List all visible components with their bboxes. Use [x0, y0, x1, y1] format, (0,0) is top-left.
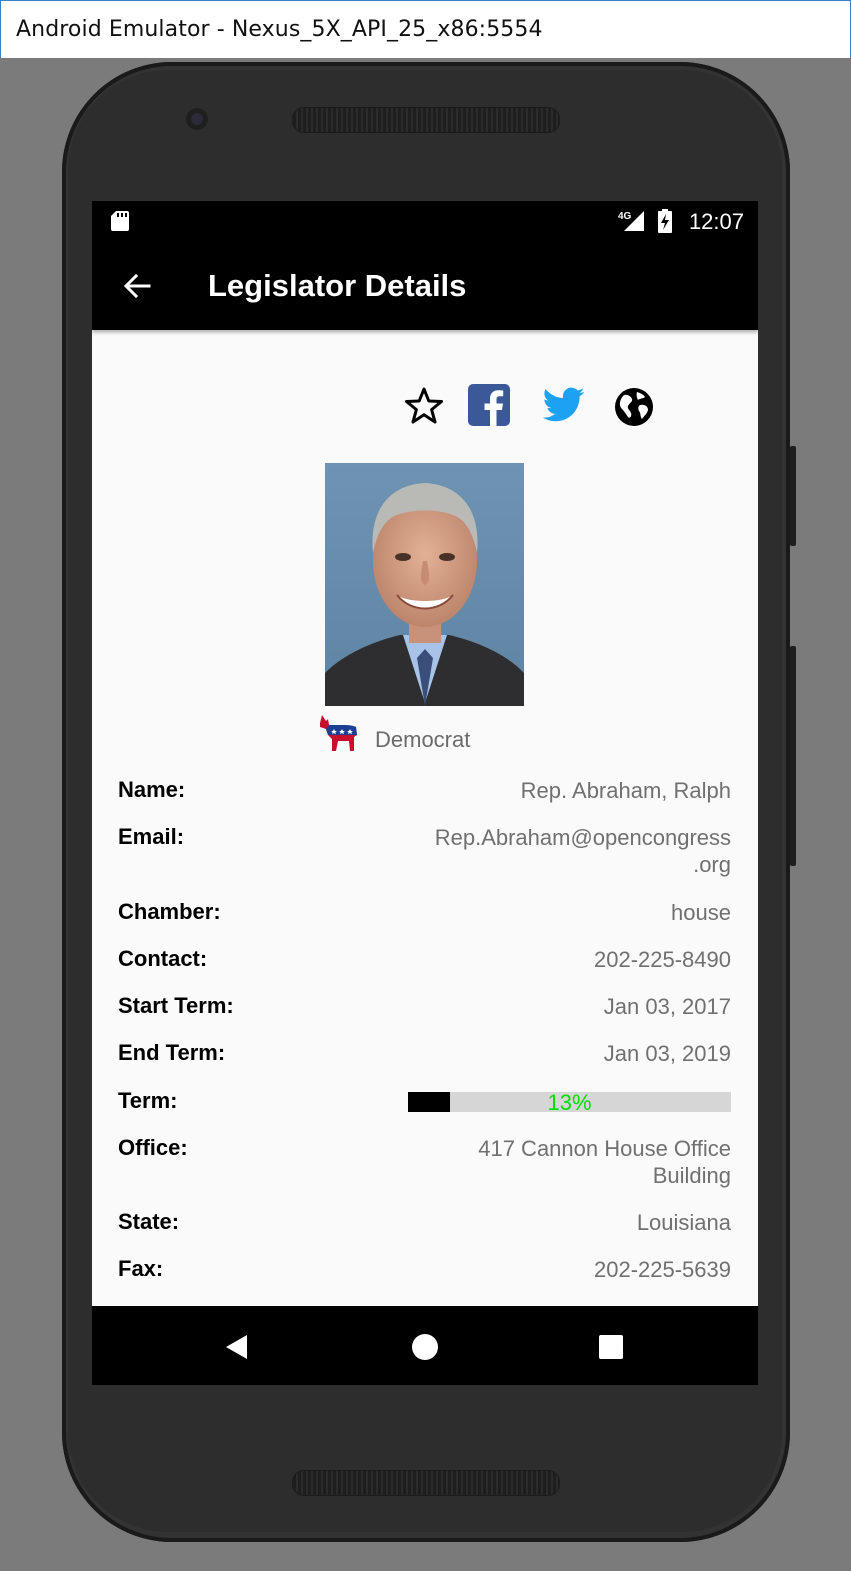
end-term-value: Jan 03, 2019: [603, 1041, 731, 1066]
details-list: Name: Rep. Abraham, Ralph Email: Rep.Abr…: [118, 777, 731, 1303]
state-value: Louisiana: [636, 1210, 731, 1235]
device-screen: 4G 12:07 Legislator Details Democrat Nam…: [92, 201, 758, 1385]
state-label: State:: [118, 1209, 180, 1234]
detail-row-email: Email: Rep.Abraham@opencongress .org: [118, 824, 731, 899]
start-term-label: Start Term:: [118, 993, 234, 1018]
email-value-line1: Rep.Abraham@opencongress: [434, 825, 731, 850]
democrat-donkey-icon: [320, 715, 357, 751]
volume-button[interactable]: [790, 646, 796, 866]
email-label: Email:: [118, 824, 185, 849]
status-bar: 4G 12:07: [92, 201, 758, 241]
term-progress-text: 13%: [547, 1090, 592, 1115]
fax-label: Fax:: [118, 1256, 164, 1281]
fax-value: 202-225-5639: [593, 1257, 731, 1282]
twitter-icon[interactable]: [543, 386, 585, 424]
bottom-speaker: [292, 1470, 560, 1496]
battery-charging-icon: [658, 209, 672, 233]
detail-row-end-term: End Term: Jan 03, 2019: [118, 1040, 731, 1088]
detail-row-term: Term: 13%: [118, 1088, 731, 1135]
chamber-value: house: [671, 900, 731, 925]
top-speaker: [292, 107, 560, 133]
start-term-value: Jan 03, 2017: [603, 994, 731, 1019]
detail-row-fax: Fax: 202-225-5639: [118, 1256, 731, 1303]
office-value-line1: 417 Cannon House Office: [478, 1136, 731, 1161]
globe-icon[interactable]: [613, 386, 655, 428]
star-outline-icon[interactable]: [404, 386, 444, 426]
name-label: Name:: [118, 777, 186, 802]
detail-row-state: State: Louisiana: [118, 1209, 731, 1256]
detail-row-chamber: Chamber: house: [118, 899, 731, 946]
window-titlebar: Android Emulator - Nexus_5X_API_25_x86:5…: [0, 0, 851, 58]
office-value: 417 Cannon House Office Building: [478, 1135, 731, 1189]
detail-row-start-term: Start Term: Jan 03, 2017: [118, 993, 731, 1040]
nav-back-icon[interactable]: [224, 1334, 250, 1360]
page-title: Legislator Details: [208, 268, 467, 303]
svg-text:4G: 4G: [618, 211, 632, 222]
chamber-label: Chamber:: [118, 899, 221, 924]
power-button[interactable]: [790, 446, 796, 546]
detail-row-name: Name: Rep. Abraham, Ralph: [118, 777, 731, 824]
term-progress-bar: 13%: [408, 1090, 731, 1115]
contact-label: Contact:: [118, 946, 208, 971]
navigation-bar: [92, 1306, 758, 1385]
office-label: Office:: [118, 1135, 188, 1160]
clock: 12:07: [688, 209, 744, 234]
end-term-label: End Term:: [118, 1040, 226, 1065]
window-title: Android Emulator - Nexus_5X_API_25_x86:5…: [16, 17, 543, 42]
term-label: Term:: [118, 1088, 178, 1113]
app-bar: Legislator Details: [92, 241, 758, 330]
office-value-line2: Building: [652, 1163, 731, 1188]
email-value-line2: .org: [693, 852, 731, 877]
nav-home-icon[interactable]: [411, 1333, 439, 1361]
legislator-photo: [325, 463, 524, 706]
action-icons-row: [92, 384, 758, 430]
detail-row-contact: Contact: 202-225-8490: [118, 946, 731, 993]
email-value[interactable]: Rep.Abraham@opencongress .org: [435, 824, 731, 878]
contact-value[interactable]: 202-225-8490: [594, 946, 731, 973]
detail-row-office: Office: 417 Cannon House Office Building: [118, 1135, 731, 1209]
facebook-icon[interactable]: [468, 384, 510, 426]
sd-card-icon: [111, 211, 129, 231]
back-arrow-icon[interactable]: [122, 271, 152, 301]
cell-signal-icon: 4G: [618, 211, 644, 231]
nav-recents-icon[interactable]: [599, 1335, 623, 1359]
camera-icon: [186, 108, 208, 130]
name-value: Rep. Abraham, Ralph: [520, 778, 731, 803]
party-label: Democrat: [375, 727, 471, 752]
